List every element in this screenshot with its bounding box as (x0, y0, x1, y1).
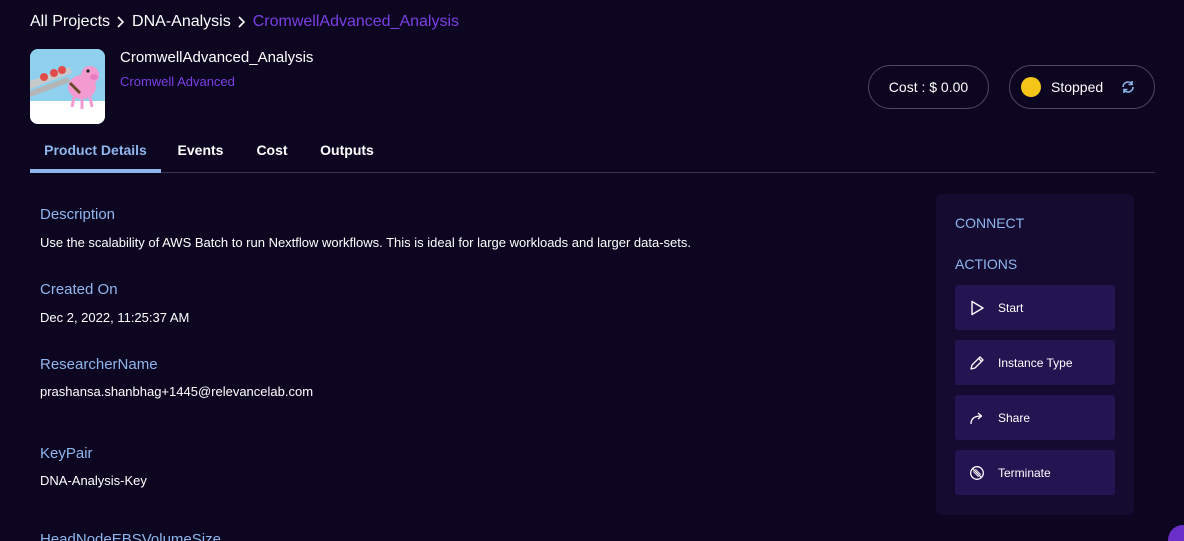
breadcrumb: All Projects DNA-Analysis CromwellAdvanc… (30, 11, 459, 33)
chevron-right-icon (110, 15, 132, 29)
connect-heading: CONNECT (955, 215, 1025, 231)
actions-panel: CONNECT ACTIONS Start Instance Type Shar… (936, 194, 1134, 515)
play-icon (969, 300, 985, 316)
share-button[interactable]: Share (955, 395, 1115, 440)
breadcrumb-all-projects[interactable]: All Projects (30, 13, 110, 31)
chevron-right-icon (231, 15, 253, 29)
tab-product-details[interactable]: Product Details (30, 133, 161, 173)
head-node-ebs-volume-size-label: HeadNodeEBSVolumeSize (40, 531, 221, 541)
share-icon (969, 410, 985, 426)
flying-pig-logo-icon (30, 49, 105, 124)
start-button-label: Start (998, 300, 1024, 315)
terminate-button-label: Terminate (998, 465, 1051, 480)
product-title: CromwellAdvanced_Analysis (120, 49, 314, 66)
breadcrumb-project[interactable]: DNA-Analysis (132, 13, 231, 31)
instance-type-button[interactable]: Instance Type (955, 340, 1115, 385)
description-label: Description (40, 206, 116, 223)
keypair-value: DNA-Analysis-Key (40, 473, 147, 488)
status-badge: Stopped (1009, 65, 1155, 109)
corner-decoration (1168, 525, 1184, 541)
created-on-value: Dec 2, 2022, 11:25:37 AM (40, 310, 190, 325)
tab-events[interactable]: Events (170, 133, 231, 173)
researcher-name-label: ResearcherName (40, 356, 158, 373)
tab-cost[interactable]: Cost (248, 133, 296, 173)
actions-heading: ACTIONS (955, 256, 1018, 272)
cost-label: Cost : $ 0.00 (888, 79, 969, 95)
active-tab-indicator (30, 169, 161, 173)
pencil-icon (969, 355, 985, 371)
terminate-button[interactable]: Terminate (955, 450, 1115, 495)
refresh-icon[interactable] (1120, 79, 1136, 95)
start-button[interactable]: Start (955, 285, 1115, 330)
tab-outputs[interactable]: Outputs (312, 133, 382, 173)
status-label: Stopped (1051, 79, 1104, 95)
keypair-label: KeyPair (40, 445, 93, 462)
instance-type-button-label: Instance Type (998, 355, 1073, 370)
breadcrumb-current: CromwellAdvanced_Analysis (252, 13, 460, 30)
researcher-name-value: prashansa.shanbhag+1445@relevancelab.com (40, 384, 314, 399)
description-value: Use the scalability of AWS Batch to run … (40, 235, 692, 250)
cost-badge: Cost : $ 0.00 (868, 65, 989, 109)
product-subtitle[interactable]: Cromwell Advanced (120, 74, 235, 89)
status-indicator-icon (1021, 77, 1041, 97)
terminate-icon (969, 465, 985, 481)
product-logo (30, 49, 105, 124)
tab-bar: Product Details Events Cost Outputs (30, 133, 1155, 173)
share-button-label: Share (998, 410, 1031, 425)
created-on-label: Created On (40, 281, 118, 298)
